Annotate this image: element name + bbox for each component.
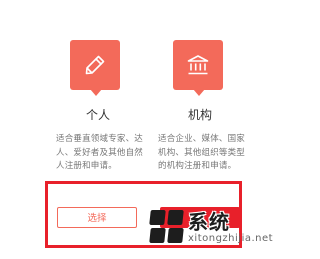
- organization-title: 机构: [187, 108, 212, 122]
- organization-description: 适合企业、媒体、国家机构、其他组织等类型的机构注册和申请。: [158, 134, 246, 171]
- watermark-logo-icon: [149, 210, 184, 244]
- personal-icon-tile: [70, 40, 120, 96]
- personal-description: 适合垂直领域专家、达人、爱好者及其他自然人注册和申请。: [56, 134, 144, 171]
- watermark: 系统 xitongzhijia.net: [149, 198, 290, 256]
- personal-select-button[interactable]: 选择: [57, 207, 137, 228]
- pencil-icon: [85, 55, 105, 75]
- bank-building-icon: [187, 55, 209, 75]
- personal-title: 个人: [85, 108, 110, 122]
- organization-icon-tile: [173, 40, 223, 96]
- watermark-title: 系统: [188, 209, 230, 234]
- watermark-subtitle: xitongzhijia.net: [188, 232, 274, 244]
